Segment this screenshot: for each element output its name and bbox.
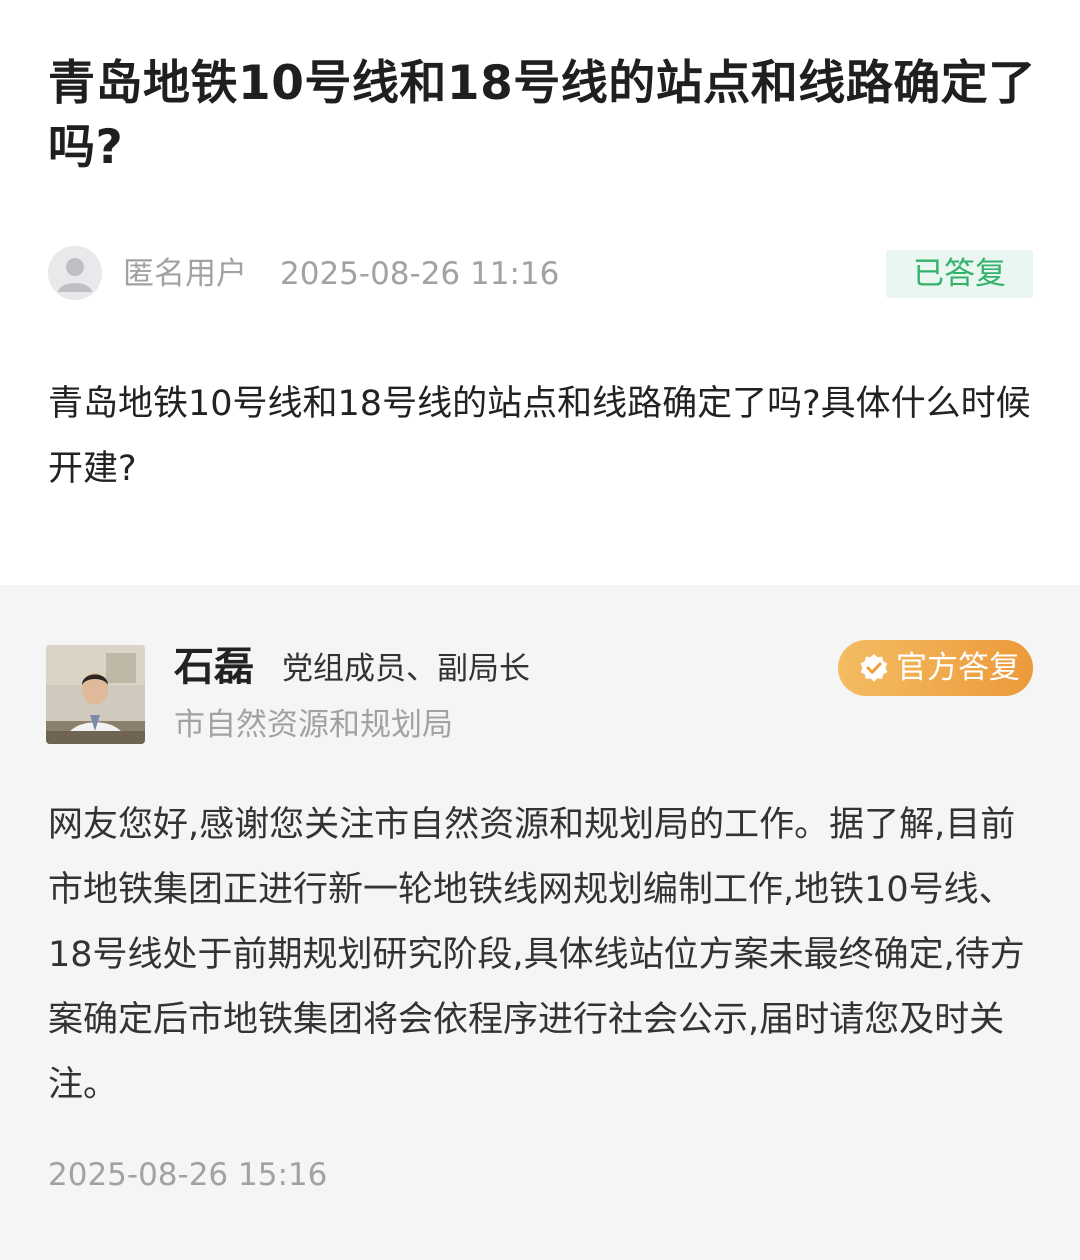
official-department: 市自然资源和规划局 <box>174 707 453 743</box>
question-section: 青岛地铁10号线和18号线的站点和线路确定了吗? 匿名用户 2025-08-26… <box>0 0 1080 585</box>
question-title: 青岛地铁10号线和18号线的站点和线路确定了吗? <box>48 56 1036 175</box>
answer-body: 网友您好,感谢您关注市自然资源和规划局的工作。据了解,目前市地铁集团正进行新一轮… <box>48 805 1025 1105</box>
official-avatar <box>46 645 145 744</box>
official-answer-badge: 官方答复 <box>838 640 1033 696</box>
answer-section: 石磊 党组成员、副局长 市自然资源和规划局 官方答复 网友您好,感谢您关注市自然… <box>0 585 1080 1260</box>
answered-timestamp: 2025-08-26 15:16 <box>48 1157 328 1193</box>
anonymous-avatar-icon <box>48 246 102 300</box>
official-position: 党组成员、副局长 <box>282 651 530 687</box>
status-badge: 已答复 <box>886 250 1033 298</box>
official-name: 石磊 <box>174 644 254 690</box>
asked-timestamp: 2025-08-26 11:16 <box>280 256 560 292</box>
verified-check-icon <box>860 654 888 682</box>
official-answer-label: 官方答复 <box>896 650 1020 686</box>
question-body: 青岛地铁10号线和18号线的站点和线路确定了吗?具体什么时候开建? <box>48 384 1031 489</box>
asker-name: 匿名用户 <box>123 256 247 292</box>
question-meta: 匿名用户 2025-08-26 11:16 已答复 <box>48 246 1033 302</box>
